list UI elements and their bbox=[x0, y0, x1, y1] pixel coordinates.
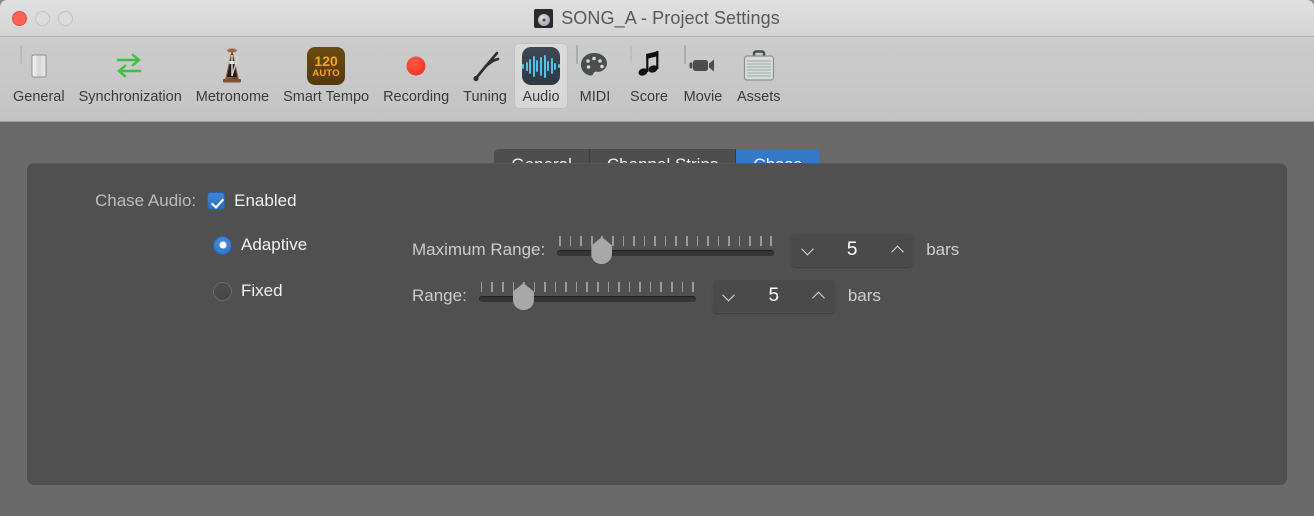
radio-fixed[interactable] bbox=[213, 281, 232, 301]
minimize-button[interactable] bbox=[35, 11, 50, 26]
briefcase-icon bbox=[739, 46, 779, 86]
traffic-lights bbox=[12, 11, 73, 26]
window-title-group: SONG_A - Project Settings bbox=[0, 0, 1314, 36]
toolbar-item-audio[interactable]: Audio bbox=[513, 43, 568, 109]
maximum-range-increment-button[interactable] bbox=[880, 233, 914, 267]
toolbar-label-synchronization: Synchronization bbox=[78, 89, 182, 105]
toolbar-label-midi: MIDI bbox=[579, 89, 611, 105]
range-stepper[interactable]: 5 bbox=[711, 279, 836, 313]
range-label: Range: bbox=[412, 286, 467, 305]
maximum-range-slider[interactable] bbox=[557, 235, 775, 265]
settings-content: General Channel Strips Chase Chase Audio… bbox=[0, 122, 1314, 515]
smart-tempo-mode: AUTO bbox=[312, 67, 340, 79]
maximum-range-decrement-button[interactable] bbox=[790, 233, 824, 267]
maximum-range-value[interactable]: 5 bbox=[824, 233, 880, 267]
smart-tempo-icon: 120 AUTO bbox=[306, 46, 346, 86]
toolbar-label-audio: Audio bbox=[522, 89, 560, 105]
chase-audio-enabled-checkbox[interactable] bbox=[207, 192, 226, 210]
toolbar-item-general[interactable]: General bbox=[6, 43, 72, 109]
metronome-icon bbox=[212, 46, 252, 86]
record-circle-icon bbox=[396, 46, 436, 86]
toolbar-item-score[interactable]: Score bbox=[622, 43, 676, 109]
maximum-range-stepper[interactable]: 5 bbox=[790, 233, 915, 267]
toolbar-label-recording: Recording bbox=[383, 89, 450, 105]
music-note-icon bbox=[629, 45, 669, 86]
chevron-down-icon bbox=[802, 245, 813, 256]
toolbar-label-score: Score bbox=[630, 89, 668, 105]
settings-toolbar: General Synchronization Metronome 120 AU… bbox=[0, 37, 1314, 122]
window-title: SONG_A - Project Settings bbox=[561, 7, 780, 28]
video-camera-icon bbox=[683, 45, 723, 86]
smart-tempo-bpm: 120 bbox=[314, 52, 338, 69]
range-increment-button[interactable] bbox=[802, 279, 836, 313]
toolbar-item-metronome[interactable]: Metronome bbox=[189, 43, 276, 109]
toolbar-label-tuning: Tuning bbox=[463, 89, 507, 105]
toolbar-label-smart-tempo: Smart Tempo bbox=[283, 89, 370, 105]
range-slider[interactable] bbox=[478, 281, 696, 311]
radio-adaptive[interactable] bbox=[213, 235, 232, 255]
project-disc-icon bbox=[534, 8, 554, 28]
maximum-range-unit: bars bbox=[926, 240, 960, 259]
light-switch-icon bbox=[19, 45, 59, 86]
maximum-range-label: Maximum Range: bbox=[412, 240, 546, 259]
toolbar-item-assets[interactable]: Assets bbox=[730, 43, 788, 109]
range-value[interactable]: 5 bbox=[746, 279, 802, 313]
toolbar-item-tuning[interactable]: Tuning bbox=[456, 43, 514, 109]
maximum-range-row: Maximum Range: 5 bars bbox=[412, 233, 959, 267]
toolbar-item-midi[interactable]: MIDI bbox=[568, 43, 622, 109]
toolbar-label-movie: Movie bbox=[683, 89, 723, 105]
project-settings-window: SONG_A - Project Settings General Synchr… bbox=[0, 0, 1314, 516]
chase-mode-fixed-row: Fixed bbox=[213, 281, 283, 301]
window-titlebar: SONG_A - Project Settings bbox=[0, 0, 1314, 37]
toolbar-label-assets: Assets bbox=[736, 89, 781, 105]
chevron-up-icon bbox=[892, 245, 903, 256]
chase-settings-panel: Chase Audio: Enabled Adaptive Fixed Maxi… bbox=[27, 163, 1287, 485]
toolbar-item-movie[interactable]: Movie bbox=[676, 43, 730, 109]
chase-audio-enabled-label[interactable]: Enabled bbox=[234, 191, 296, 211]
maximize-button[interactable] bbox=[58, 11, 73, 26]
toolbar-item-recording[interactable]: Recording bbox=[376, 43, 456, 109]
midi-palette-icon bbox=[575, 45, 615, 86]
range-decrement-button[interactable] bbox=[712, 279, 746, 313]
toolbar-item-synchronization[interactable]: Synchronization bbox=[72, 43, 189, 109]
chase-audio-row: Chase Audio: Enabled bbox=[95, 191, 297, 211]
chase-mode-adaptive-row: Adaptive bbox=[213, 235, 307, 255]
close-button[interactable] bbox=[12, 11, 27, 26]
toolbar-label-metronome: Metronome bbox=[195, 89, 270, 105]
chevron-down-icon bbox=[723, 291, 734, 302]
chase-audio-label: Chase Audio: bbox=[95, 191, 197, 210]
tuning-fork-icon bbox=[465, 46, 505, 86]
range-unit: bars bbox=[847, 286, 881, 305]
audio-waveform-icon bbox=[521, 46, 561, 86]
range-row: Range: 5 bars bbox=[412, 279, 881, 313]
radio-fixed-label[interactable]: Fixed bbox=[241, 281, 283, 301]
sync-arrows-icon bbox=[110, 46, 150, 86]
toolbar-item-smart-tempo[interactable]: 120 AUTO Smart Tempo bbox=[276, 43, 376, 109]
chevron-up-icon bbox=[813, 291, 824, 302]
radio-adaptive-label[interactable]: Adaptive bbox=[241, 235, 307, 255]
toolbar-label-general: General bbox=[13, 89, 65, 105]
